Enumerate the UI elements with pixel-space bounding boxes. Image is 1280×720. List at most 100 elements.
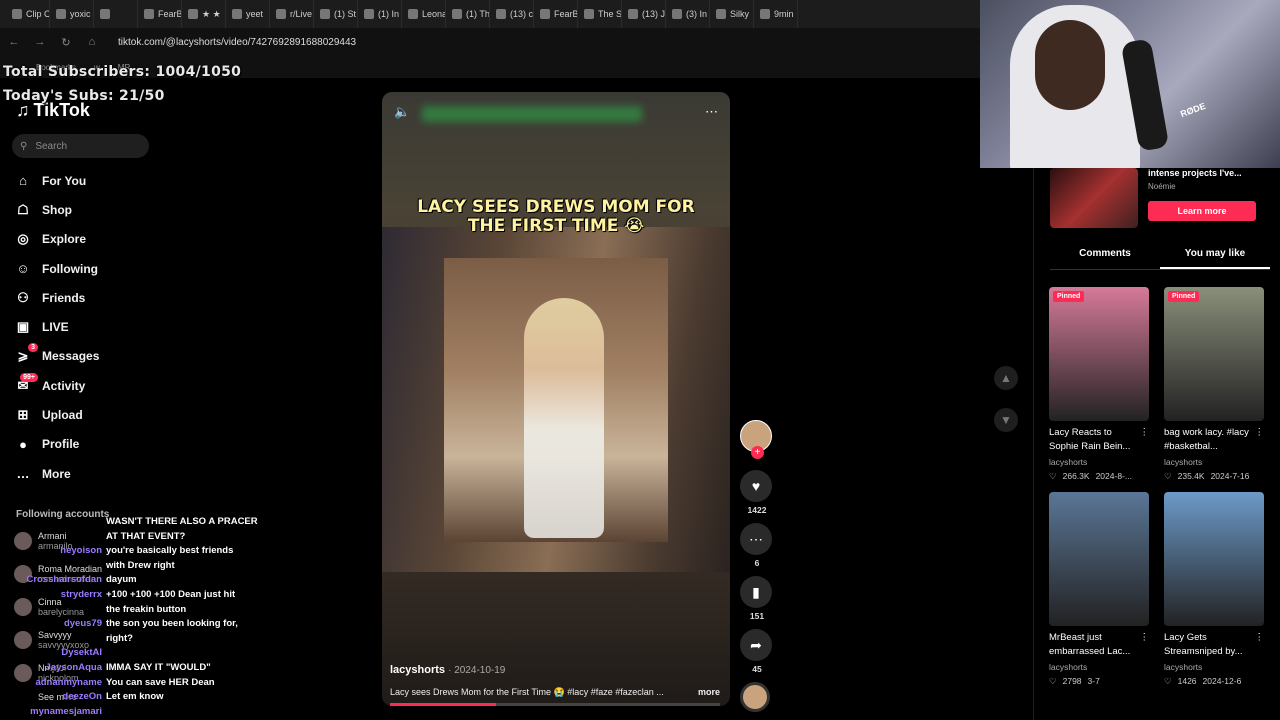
kebab-menu-icon[interactable]: ⋮ — [1255, 426, 1265, 454]
chevron-up-icon[interactable]: ▲ — [994, 366, 1018, 390]
sidebar-item-messages[interactable]: ⩾ 3 Messages — [14, 342, 214, 371]
sidebar-item-label: More — [42, 466, 71, 481]
video-title[interactable]: bag work lacy. #lacy #basketbal... — [1164, 426, 1255, 454]
video-author[interactable]: lacyshorts — [1049, 457, 1149, 467]
share-button[interactable]: ➦ 45 — [740, 629, 774, 674]
browser-tab[interactable]: The S — [578, 0, 622, 28]
video-author[interactable]: lacyshorts — [1049, 662, 1149, 672]
browser-tab[interactable]: (1) In — [358, 0, 402, 28]
video-author[interactable]: lacyshorts — [1164, 662, 1264, 672]
search-input[interactable]: ⚲ Search — [12, 134, 149, 158]
tab-label: 9min — [774, 9, 794, 19]
tab-label: (1) St — [334, 9, 357, 19]
music-disc-icon[interactable] — [740, 682, 770, 712]
save-button[interactable]: ▮ 151 — [740, 576, 774, 621]
caption-line-2: THE FIRST TIME 😭 — [467, 216, 645, 236]
browser-tab[interactable]: yoxic — [50, 0, 94, 28]
back-icon[interactable]: ← — [8, 36, 20, 48]
browser-tab[interactable]: (13) J — [622, 0, 666, 28]
sidebar-item-upload[interactable]: ⊞ Upload — [14, 400, 214, 429]
reload-icon[interactable]: ↻ — [60, 36, 72, 49]
video-thumbnail[interactable] — [1049, 492, 1149, 626]
comment-count: 6 — [754, 558, 760, 568]
sidebar-item-for-you[interactable]: ⌂ For You — [14, 166, 214, 195]
ad-thumbnail[interactable] — [1050, 168, 1138, 228]
recommended-video-card[interactable]: Pinned Lacy Reacts to Sophie Rain Bein...… — [1049, 287, 1149, 482]
creator-avatar[interactable]: + — [740, 420, 772, 459]
sponsored-ad[interactable]: intense projects I've... Noémie Learn mo… — [1050, 168, 1270, 230]
tab-label: The S — [598, 9, 622, 19]
follow-plus-icon[interactable]: + — [751, 446, 764, 459]
video-stats: ♡ 235.4K 2024-7-16 — [1164, 471, 1264, 482]
tab-favicon-icon — [12, 9, 22, 19]
sidebar-item-label: Shop — [42, 202, 72, 217]
browser-tab[interactable]: FearB — [138, 0, 182, 28]
browser-tab[interactable]: (3) In — [666, 0, 710, 28]
sidebar-item-friends[interactable]: ⚇ Friends — [14, 283, 214, 312]
video-author[interactable]: lacyshorts — [390, 664, 445, 676]
sidebar-item-following[interactable]: ☺ Following — [14, 254, 214, 283]
sidebar-item-explore[interactable]: ◎ Explore — [14, 225, 214, 254]
browser-tab[interactable]: (1) St — [314, 0, 358, 28]
video-thumbnail[interactable] — [1164, 492, 1264, 626]
video-scene — [382, 227, 730, 572]
recommended-video-card[interactable]: Pinned bag work lacy. #lacy #basketbal...… — [1164, 287, 1264, 482]
progress-fill — [390, 703, 496, 706]
browser-tab[interactable]: 9min — [754, 0, 798, 28]
chat-message: deezeOn Let em know — [2, 690, 282, 705]
url-field[interactable]: tiktok.com/@lacyshorts/video/74276928916… — [118, 37, 356, 48]
video-author[interactable]: lacyshorts — [1164, 457, 1264, 467]
comment-icon: ⋯ — [740, 523, 772, 555]
like-button[interactable]: ♥ 1422 — [740, 470, 774, 515]
sidebar-item-more[interactable]: … More — [14, 459, 214, 488]
tab-comments[interactable]: Comments — [1050, 248, 1160, 269]
like-count: 1426 — [1177, 676, 1197, 686]
sidebar-item-live[interactable]: ▣ LIVE — [14, 312, 214, 341]
browser-tab[interactable]: Leona — [402, 0, 446, 28]
kebab-menu-icon[interactable]: ⋮ — [1140, 426, 1150, 454]
sidebar-item-label: Activity — [42, 378, 86, 393]
tab-you-may-like[interactable]: You may like — [1160, 248, 1270, 269]
browser-tab[interactable]: FearB — [534, 0, 578, 28]
recommended-video-card[interactable]: MrBeast just embarrassed Lac... ⋮ lacyshor… — [1049, 492, 1149, 687]
browser-tab[interactable]: ★ ★ — [182, 0, 226, 28]
learn-more-button[interactable]: Learn more — [1148, 201, 1256, 221]
recommended-video-card[interactable]: Lacy Gets Streamsniped by... ⋮ lacyshorts ♡… — [1164, 492, 1264, 687]
video-thumbnail[interactable]: Pinned — [1164, 287, 1264, 421]
kebab-menu-icon[interactable]: ⋮ — [1140, 631, 1150, 659]
browser-tab[interactable] — [94, 0, 138, 28]
home-icon[interactable]: ⌂ — [86, 36, 98, 48]
action-column: + ♥ 1422 ⋯ 6 ▮ 151 ➦ 45 — [740, 420, 774, 712]
tab-label: Leona — [422, 9, 446, 19]
browser-tab[interactable]: Clip C — [6, 0, 50, 28]
video-title[interactable]: Lacy Gets Streamsniped by... — [1164, 631, 1255, 659]
video-title[interactable]: Lacy Reacts to Sophie Rain Bein... — [1049, 426, 1140, 454]
tab-favicon-icon — [672, 9, 682, 19]
forward-icon[interactable]: → — [34, 36, 46, 48]
browser-tab[interactable]: yeet — [226, 0, 270, 28]
like-count: 235.4K — [1177, 471, 1205, 481]
browser-tab[interactable]: (13) c — [490, 0, 534, 28]
messages-icon: ⩾ 3 — [14, 343, 38, 365]
browser-tab[interactable]: Silky — [710, 0, 754, 28]
video-player[interactable]: 🔈 ⋯ LACY SEES DREWS MOM FOR THE FIRST TI… — [382, 92, 730, 706]
tab-favicon-icon — [56, 9, 66, 19]
chevron-down-icon[interactable]: ▼ — [994, 408, 1018, 432]
share-icon: ➦ — [740, 629, 772, 661]
browser-tab[interactable]: (1) Th — [446, 0, 490, 28]
comment-button[interactable]: ⋯ 6 — [740, 523, 774, 568]
kebab-menu-icon[interactable]: ⋮ — [1255, 631, 1265, 659]
sidebar-item-shop[interactable]: ☖ Shop — [14, 195, 214, 224]
heart-icon: ♡ — [1164, 471, 1172, 481]
video-thumbnail[interactable]: Pinned — [1049, 287, 1149, 421]
video-progress-bar[interactable] — [390, 703, 720, 706]
sidebar-item-activity[interactable]: ✉ 99+ Activity — [14, 371, 214, 400]
volume-icon[interactable]: 🔈 — [394, 104, 410, 120]
chat-text: AT THAT EVENT? — [106, 530, 186, 542]
more-link[interactable]: more — [698, 687, 720, 698]
more-options-icon[interactable]: ⋯ — [705, 104, 718, 120]
tab-label: yeet — [246, 9, 264, 19]
video-title[interactable]: MrBeast just embarrassed Lac... — [1049, 631, 1140, 659]
sidebar-item-profile[interactable]: ● Profile — [14, 430, 214, 459]
browser-tab[interactable]: r/Live — [270, 0, 314, 28]
